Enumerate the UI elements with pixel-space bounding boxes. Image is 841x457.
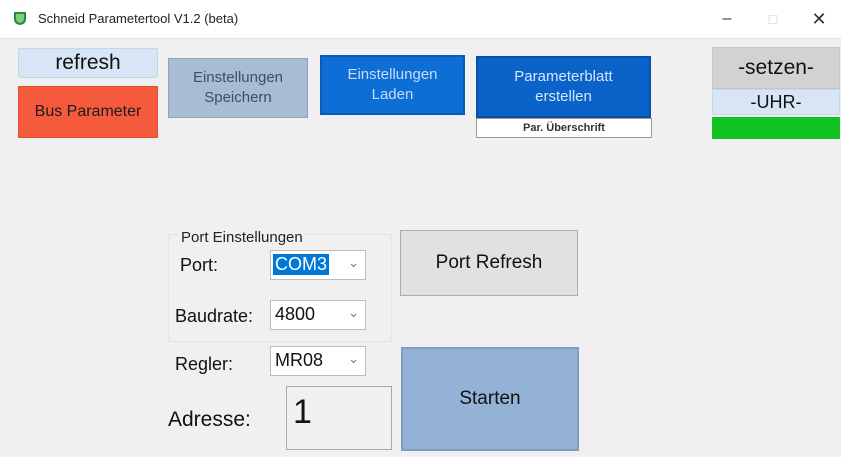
clock-set-button[interactable]: -setzen- [712,47,840,89]
baudrate-select[interactable]: 4800 ⌄ [270,300,366,330]
sheet-caption-field[interactable]: Par. Überschrift [476,118,652,138]
port-settings-label: Port Einstellungen [180,229,304,246]
port-refresh-button[interactable]: Port Refresh [400,230,578,296]
maximize-button[interactable]: □ [750,4,796,34]
address-value: 1 [293,393,312,431]
baudrate-value: 4800 [275,304,316,324]
address-label: Adresse: [168,408,251,431]
controller-select[interactable]: MR08 ⌄ [270,346,366,376]
refresh-button[interactable]: refresh [18,48,158,78]
address-field[interactable]: 1 [286,386,392,450]
save-settings-button[interactable]: Einstellungen Speichern [168,58,308,118]
clock-label: -UHR- [712,89,840,115]
chevron-down-icon: ⌄ [348,351,359,366]
bus-parameter-button[interactable]: Bus Parameter [18,86,158,138]
create-parameter-sheet-button[interactable]: Parameterblatt erstellen [476,56,651,118]
controller-label: Regler: [175,354,234,374]
window-title: Schneid Parametertool V1.2 (beta) [38,11,239,26]
clock-progress-fill [712,117,840,139]
port-label: Port: [180,255,219,275]
port-select[interactable]: COM3 ⌄ [270,250,366,280]
minimize-button[interactable]: – [704,4,750,34]
load-settings-button[interactable]: Einstellungen Laden [320,55,465,115]
port-value: COM3 [273,254,330,275]
chevron-down-icon: ⌄ [348,305,359,320]
title-bar: Schneid Parametertool V1.2 (beta) – □ ✕ [0,0,841,39]
app-shield-icon [14,12,26,25]
start-button[interactable]: Starten [401,347,579,451]
close-button[interactable]: ✕ [796,4,841,34]
chevron-down-icon: ⌄ [348,255,359,270]
baudrate-label: Baudrate: [175,306,254,326]
controller-value: MR08 [275,350,324,370]
clock-progress-bar [712,117,840,139]
